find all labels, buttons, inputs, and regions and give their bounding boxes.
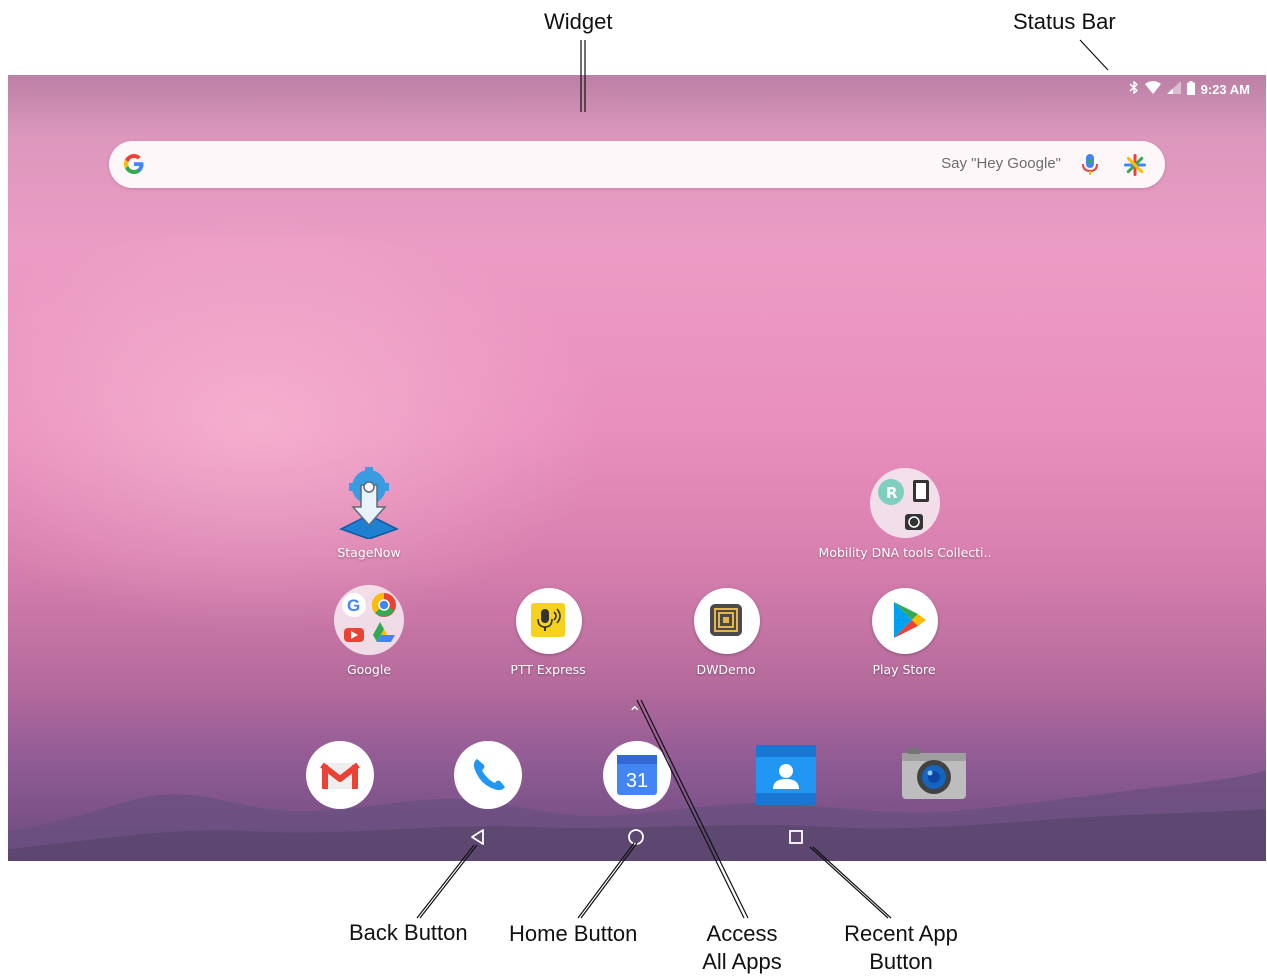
- dock-contacts[interactable]: [750, 739, 822, 811]
- calendar-icon: 31: [603, 741, 671, 809]
- battery-icon: [1186, 80, 1195, 98]
- app-label: Google: [346, 662, 392, 677]
- app-label: Mobility DNA tools Collecti..: [818, 545, 992, 560]
- svg-text:G: G: [347, 596, 360, 615]
- gmail-icon: [306, 741, 374, 809]
- play-store-icon: [868, 584, 940, 656]
- callout-access-all-apps: Access All Apps: [690, 920, 794, 976]
- callout-access-all-apps-line1: Access: [706, 921, 778, 946]
- phone-icon: [454, 741, 522, 809]
- app-label: Play Store: [872, 662, 936, 677]
- callout-home-button: Home Button: [509, 921, 638, 946]
- app-dwdemo[interactable]: DWDemo: [636, 584, 816, 677]
- dock-phone[interactable]: [452, 739, 524, 811]
- app-play-store[interactable]: Play Store: [814, 584, 994, 677]
- google-search-widget[interactable]: Say "Hey Google": [109, 141, 1165, 188]
- signal-icon: [1166, 81, 1181, 97]
- contacts-icon: [756, 745, 816, 805]
- callout-recent-app-line2: Button: [869, 949, 933, 974]
- search-hint: Say "Hey Google": [941, 155, 1061, 172]
- google-lens-icon[interactable]: [1123, 153, 1147, 177]
- stagenow-icon: [333, 467, 405, 540]
- callout-recent-app-line1: Recent App: [844, 921, 958, 946]
- all-apps-chevron-icon[interactable]: ⌃: [628, 703, 641, 722]
- app-folder-google[interactable]: G Google: [279, 584, 459, 677]
- callout-recent-app-button: Recent App Button: [836, 920, 966, 976]
- status-time: 9:23 AM: [1200, 81, 1250, 97]
- dock-gmail[interactable]: [304, 739, 376, 811]
- dwdemo-icon: [690, 584, 762, 656]
- home-icon[interactable]: [626, 827, 646, 847]
- svg-text:R: R: [886, 484, 898, 502]
- app-stagenow[interactable]: StageNow: [279, 467, 459, 560]
- app-folder-mobility-dna[interactable]: R Mobility DNA tools Collecti..: [815, 467, 995, 560]
- app-ptt-express[interactable]: PTT Express: [458, 584, 638, 677]
- callout-back-button: Back Button: [349, 920, 468, 945]
- leader-status-bar: [1079, 39, 1109, 71]
- app-label: StageNow: [337, 545, 401, 560]
- google-g-icon: [124, 154, 144, 174]
- app-label: DWDemo: [696, 662, 756, 677]
- folder-icon: G: [333, 584, 405, 656]
- camera-icon: [902, 748, 966, 799]
- wifi-icon: [1144, 81, 1161, 97]
- status-bar[interactable]: 9:23 AM: [1129, 79, 1250, 99]
- bluetooth-icon: [1129, 80, 1139, 97]
- ptt-express-icon: [512, 584, 584, 656]
- recents-icon[interactable]: [786, 827, 806, 847]
- device-screen: 9:23 AM Say "Hey Google" StageNow R Mobi…: [8, 75, 1266, 861]
- dock-calendar[interactable]: 31: [601, 739, 673, 811]
- folder-icon: R: [869, 467, 941, 539]
- calendar-day: 31: [626, 770, 648, 792]
- callout-widget: Widget: [544, 9, 613, 34]
- dock-camera[interactable]: [898, 739, 970, 811]
- callout-status-bar: Status Bar: [1013, 9, 1116, 34]
- back-icon[interactable]: [468, 827, 488, 847]
- callout-access-all-apps-line2: All Apps: [702, 949, 782, 974]
- mic-icon[interactable]: [1079, 153, 1101, 177]
- app-label: PTT Express: [510, 662, 586, 677]
